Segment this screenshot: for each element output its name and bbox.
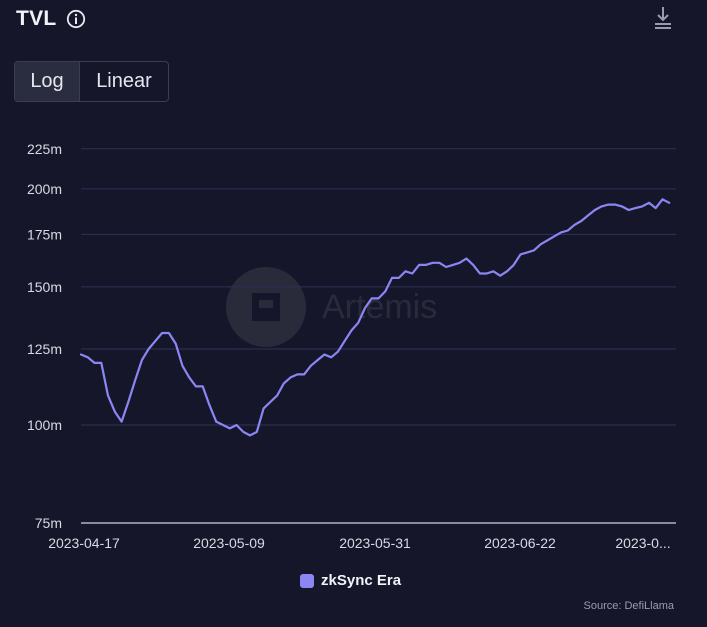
x-tick-label: 2023-0...	[615, 535, 670, 551]
y-tick-label: 200m	[27, 181, 62, 197]
y-tick-label: 125m	[27, 341, 62, 357]
watermark-text: Artemis	[322, 288, 437, 326]
chart-header: TVL	[16, 6, 86, 32]
artemis-watermark: Artemis	[226, 267, 437, 347]
scale-toggle: Log Linear	[14, 61, 169, 102]
source-note: Source: DefiLlama	[583, 600, 675, 612]
x-tick-label: 2023-05-09	[193, 535, 265, 551]
info-icon[interactable]	[66, 9, 86, 29]
legend-swatch	[300, 573, 314, 588]
log-scale-button[interactable]: Log	[15, 62, 80, 101]
y-tick-label: 150m	[27, 279, 62, 295]
chart-legend: zkSync Era	[300, 572, 401, 589]
chart-title: TVL	[16, 7, 57, 30]
x-tick-label: 2023-04-17	[48, 535, 120, 551]
linear-scale-button[interactable]: Linear	[80, 62, 168, 101]
x-tick-label: 2023-05-31	[339, 535, 411, 551]
x-tick-label: 2023-06-22	[484, 535, 556, 551]
y-tick-label: 100m	[27, 417, 62, 433]
y-tick-label: 225m	[27, 141, 62, 157]
legend-label[interactable]: zkSync Era	[321, 572, 401, 589]
y-tick-label: 75m	[35, 515, 62, 531]
download-icon[interactable]	[653, 5, 673, 31]
y-tick-label: 175m	[27, 226, 62, 242]
